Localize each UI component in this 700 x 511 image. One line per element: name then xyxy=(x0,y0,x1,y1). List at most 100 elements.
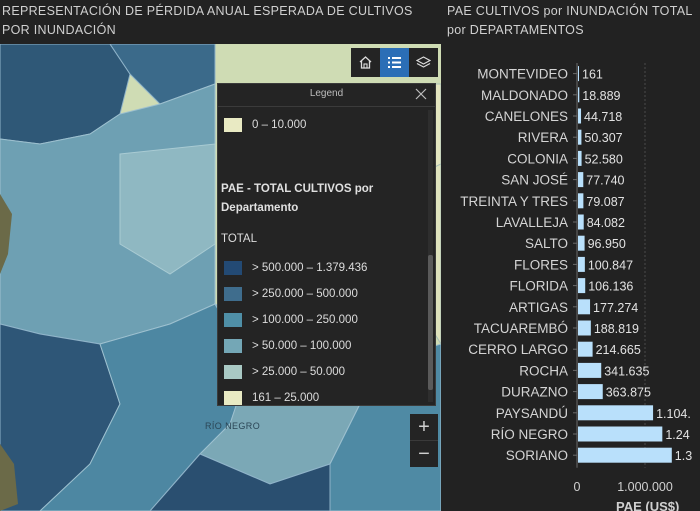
chart-category-label: ROCHA xyxy=(519,363,568,378)
chart-category-label: PAYSANDÚ xyxy=(496,406,568,421)
chart-bar[interactable] xyxy=(578,150,582,166)
legend-item-label: > 25.000 – 50.000 xyxy=(252,366,346,378)
legend-swatch xyxy=(224,391,242,405)
legend-swatch xyxy=(224,313,242,327)
legend-header: Legend xyxy=(218,84,435,107)
chart-bar[interactable] xyxy=(578,278,586,294)
legend-top-item: 0 – 10.000 xyxy=(224,115,306,135)
legend-panel: Legend 0 – 10.000 PAE - TOTAL CULTIVOS p… xyxy=(217,83,436,406)
chart-x-axis-label: PAE (US$) xyxy=(616,499,679,511)
chart-bar[interactable] xyxy=(578,299,591,315)
chart-bar[interactable] xyxy=(578,320,591,336)
chart-value-label: 106.136 xyxy=(588,280,633,294)
bar-chart[interactable]: MONTEVIDEO 161 MALDONADO 18.889 CANELONES 44.… xyxy=(441,0,700,511)
chart-value-label: 52.580 xyxy=(585,152,623,166)
chart-value-label: 79.087 xyxy=(586,195,624,209)
chart-category-label: MONTEVIDEO xyxy=(477,67,568,82)
chart-bar[interactable] xyxy=(578,214,584,230)
chart-value-label: 18.889 xyxy=(582,89,620,103)
legend-item: > 100.000 – 250.000 xyxy=(224,310,358,330)
layers-button[interactable] xyxy=(409,48,438,77)
chart-bar[interactable] xyxy=(578,426,663,442)
legend-scrollbar[interactable] xyxy=(428,110,433,402)
legend-item-label: > 50.000 – 100.000 xyxy=(252,340,352,352)
legend-item: > 25.000 – 50.000 xyxy=(224,362,345,382)
zoom-control: + − xyxy=(410,414,438,467)
map-label-rio-negro: RÍO NEGRO xyxy=(205,421,261,431)
legend-item-label: > 100.000 – 250.000 xyxy=(252,314,358,326)
legend-swatch xyxy=(224,339,242,353)
home-button[interactable] xyxy=(351,48,380,77)
chart-value-label: 1.24 xyxy=(665,428,689,442)
chart-category-label: SALTO xyxy=(525,236,568,251)
legend-title: Legend xyxy=(309,88,344,99)
chart-category-label: SORIANO xyxy=(506,448,568,463)
chart-value-label: 44.718 xyxy=(584,110,622,124)
chart-bar[interactable] xyxy=(578,362,602,378)
map-toolbar xyxy=(351,48,438,77)
chart-category-label: ARTIGAS xyxy=(509,300,568,315)
legend-layer-title: PAE - TOTAL CULTIVOS por Departamento xyxy=(221,183,374,214)
legend-swatch xyxy=(224,261,242,275)
legend-item-label: 0 – 10.000 xyxy=(252,119,307,131)
chart-category-label: TREINTA Y TRES xyxy=(460,194,568,209)
chart-value-label: 50.307 xyxy=(584,131,622,145)
chart-category-label: LAVALLEJA xyxy=(496,215,568,230)
chart-bar[interactable] xyxy=(578,87,580,103)
chart-value-label: 77.740 xyxy=(586,174,624,188)
chart-category-label: TACUAREMBÓ xyxy=(474,321,568,336)
legend-scrollbar-thumb[interactable] xyxy=(428,255,433,390)
map-title: REPRESENTACIÓN DE PÉRDIDA ANUAL ESPERADA… xyxy=(2,4,413,37)
chart-value-label: 96.950 xyxy=(588,237,626,251)
chart-bar[interactable] xyxy=(578,129,582,145)
chart-bar[interactable] xyxy=(578,341,593,357)
chart-bar[interactable] xyxy=(578,405,654,421)
legend-item: > 500.000 – 1.379.436 xyxy=(224,258,367,278)
legend-button[interactable] xyxy=(380,48,409,77)
chart-value-label: 1.104. xyxy=(656,407,691,421)
home-icon xyxy=(359,56,372,69)
chart-category-label: RÍO NEGRO xyxy=(491,427,568,442)
legend-item-label: > 250.000 – 500.000 xyxy=(252,288,358,300)
chart-bar[interactable] xyxy=(578,256,585,272)
legend-content: 0 – 10.000 PAE - TOTAL CULTIVOS por Depa… xyxy=(218,107,427,405)
zoom-out-button[interactable]: − xyxy=(410,441,438,467)
chart-bar[interactable] xyxy=(578,66,579,82)
chart-bar[interactable] xyxy=(578,384,603,400)
chart-bar[interactable] xyxy=(578,235,585,251)
chart-bar[interactable] xyxy=(578,108,582,124)
chart-value-label: 214.665 xyxy=(596,343,641,357)
chart-x-tick-label: 1.000.000 xyxy=(617,480,673,494)
chart-bar[interactable] xyxy=(578,193,584,209)
legend-item: > 250.000 – 500.000 xyxy=(224,284,358,304)
chart-category-label: DURAZNO xyxy=(501,385,568,400)
chart-value-label: 1.3 xyxy=(675,449,692,463)
map-panel: REPRESENTACIÓN DE PÉRDIDA ANUAL ESPERADA… xyxy=(0,0,441,511)
chart-value-label: 161 xyxy=(582,68,603,82)
chart-category-label: FLORIDA xyxy=(509,279,568,294)
legend-item: > 50.000 – 100.000 xyxy=(224,336,351,356)
close-icon[interactable] xyxy=(414,87,428,101)
legend-item: 161 – 25.000 xyxy=(224,388,319,405)
chart-category-label: RIVERA xyxy=(518,130,568,145)
legend-swatch xyxy=(224,287,242,301)
chart-category-label: SAN JOSÉ xyxy=(501,173,568,188)
legend-list-icon xyxy=(388,57,401,68)
zoom-in-button[interactable]: + xyxy=(410,414,438,440)
chart-value-label: 177.274 xyxy=(593,301,638,315)
chart-value-label: 341.635 xyxy=(604,364,649,378)
legend-item-label: 161 – 25.000 xyxy=(252,392,320,404)
chart-value-label: 100.847 xyxy=(588,258,633,272)
chart-x-tick-label: 0 xyxy=(574,480,581,494)
chart-value-label: 84.082 xyxy=(587,216,625,230)
chart-bar[interactable] xyxy=(578,447,672,463)
chart-value-label: 188.819 xyxy=(594,322,639,336)
chart-panel: PAE CULTIVOS por INUNDACIÓN TOTAL por DE… xyxy=(441,0,700,511)
legend-field-name: TOTAL xyxy=(221,233,257,245)
layers-icon xyxy=(416,56,431,68)
chart-category-label: FLORES xyxy=(514,257,568,272)
chart-category-label: MALDONADO xyxy=(481,88,568,103)
chart-bar[interactable] xyxy=(578,172,584,188)
chart-category-label: COLONIA xyxy=(507,151,568,166)
chart-category-label: CANELONES xyxy=(485,109,568,124)
